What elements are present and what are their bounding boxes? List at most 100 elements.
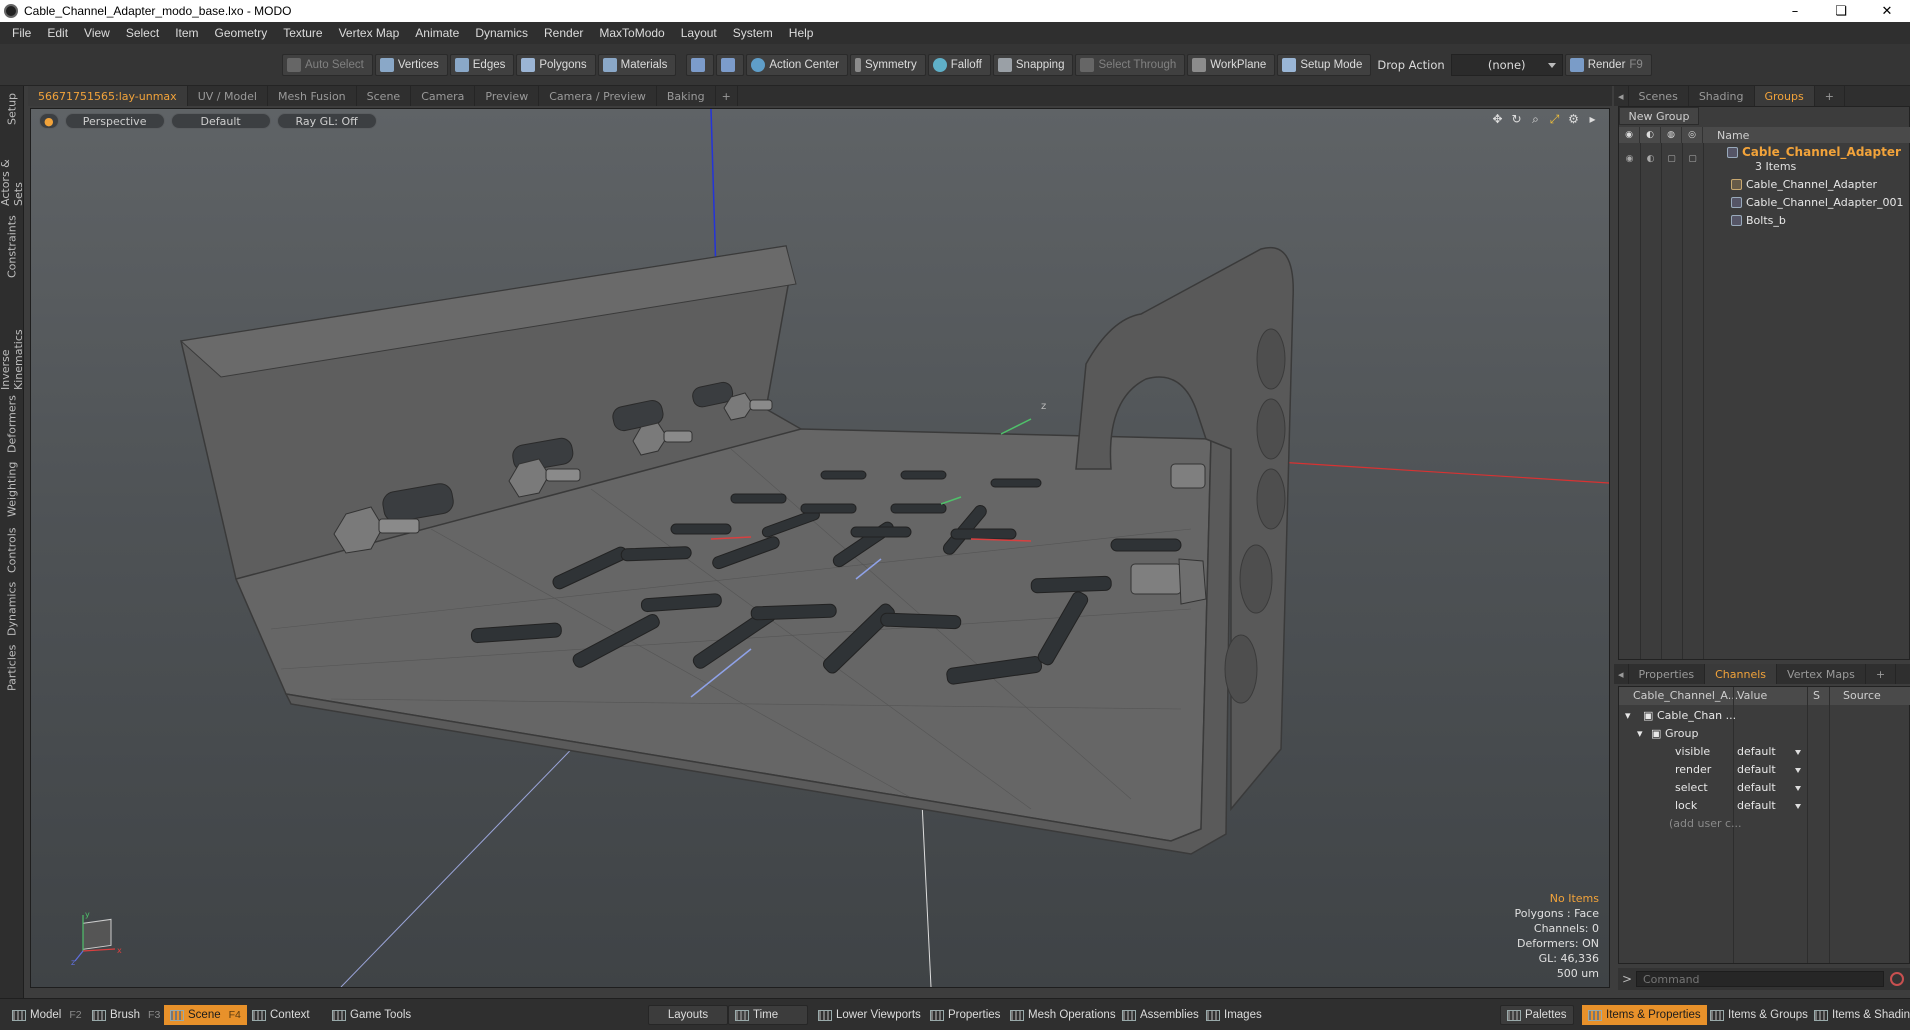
group-child-2[interactable]: Bolts_b — [1731, 211, 1786, 229]
items-shading-tab[interactable]: Items & Shading — [1808, 1005, 1910, 1025]
tab-shading[interactable]: Shading — [1689, 86, 1755, 106]
action-center-button[interactable]: Action Center — [746, 54, 849, 76]
viewport-menu-dot[interactable]: ● — [39, 113, 59, 129]
minimize-button[interactable]: – — [1772, 0, 1818, 22]
time-button[interactable]: Time — [728, 1005, 808, 1025]
vtab-actors-sets[interactable]: Actors & Sets — [0, 136, 25, 206]
select-mode-a-button[interactable] — [686, 54, 715, 76]
edges-button[interactable]: Edges — [449, 54, 515, 76]
tab-preview[interactable]: Preview — [475, 86, 540, 106]
render-toggle[interactable]: ◐ — [1640, 151, 1661, 167]
add-tab-button[interactable]: + — [716, 86, 738, 106]
fit-icon[interactable]: ⤢ — [1548, 113, 1561, 126]
group-child-1[interactable]: Cable_Channel_Adapter_001 — [1731, 193, 1904, 211]
tab-camera-preview[interactable]: Camera / Preview — [539, 86, 657, 106]
tab-groups[interactable]: Groups — [1754, 86, 1815, 106]
scene-layout-tab[interactable]: Scene F4 — [164, 1005, 247, 1025]
close-button[interactable]: ✕ — [1864, 0, 1910, 22]
group-child-0[interactable]: Cable_Channel_Adapter — [1731, 175, 1877, 193]
chevron-down-icon[interactable] — [1795, 768, 1801, 773]
pan-icon[interactable]: ✥ — [1491, 113, 1504, 126]
vtab-dynamics[interactable]: Dynamics — [2, 580, 22, 638]
add-user-channel-row[interactable]: (add user c... — [1619, 815, 1910, 833]
vtab-controls[interactable]: Controls — [2, 524, 22, 576]
view-type-dropdown[interactable]: Perspective — [64, 113, 165, 129]
menu-animate[interactable]: Animate — [407, 26, 467, 40]
properties-button[interactable]: Properties — [924, 1005, 1006, 1025]
workplane-button[interactable]: WorkPlane — [1187, 54, 1276, 76]
add-panel-tab[interactable]: + — [1815, 86, 1845, 106]
new-group-button[interactable]: New Group — [1619, 107, 1699, 125]
tab-mesh-fusion[interactable]: Mesh Fusion — [268, 86, 357, 106]
lock-toggle[interactable]: ▢ — [1661, 151, 1682, 167]
tab-scene[interactable]: Scene — [357, 86, 412, 106]
images-button[interactable]: Images — [1200, 1005, 1268, 1025]
setup-mode-button[interactable]: Setup Mode — [1277, 54, 1372, 76]
snapping-button[interactable]: Snapping — [992, 54, 1074, 76]
chevron-down-icon[interactable] — [1795, 804, 1801, 809]
menu-texture[interactable]: Texture — [275, 26, 330, 40]
render-button[interactable]: Render F9 — [1564, 54, 1652, 76]
model-layout-tab[interactable]: Model F2 — [6, 1005, 88, 1025]
add-props-tab[interactable]: + — [1866, 664, 1897, 684]
assemblies-button[interactable]: Assemblies — [1116, 1005, 1205, 1025]
vtab-constraints[interactable]: Constraints — [2, 212, 22, 282]
tab-uv-model[interactable]: UV / Model — [188, 86, 268, 106]
menu-select[interactable]: Select — [118, 26, 167, 40]
lower-viewports-button[interactable]: Lower Viewports — [812, 1005, 927, 1025]
record-icon[interactable] — [1890, 972, 1904, 986]
menu-maxtomodo[interactable]: MaxToModo — [591, 26, 672, 40]
eye-toggle[interactable]: ◉ — [1619, 151, 1640, 167]
context-layout-tab[interactable]: Context — [246, 1005, 316, 1025]
menu-edit[interactable]: Edit — [39, 26, 76, 40]
game-tools-layout-tab[interactable]: Game Tools — [326, 1005, 417, 1025]
tab-lay-unmax[interactable]: 56671751565:lay-unmax — [28, 86, 188, 106]
3d-viewport[interactable]: ● Perspective Default Ray GL: Off ✥ ↻ ⌕ … — [30, 108, 1610, 988]
tab-vertex-maps[interactable]: Vertex Maps — [1777, 664, 1866, 684]
chevron-down-icon[interactable] — [1795, 786, 1801, 791]
tab-scenes[interactable]: Scenes — [1629, 86, 1689, 106]
palettes-button[interactable]: Palettes — [1500, 1005, 1574, 1025]
vtab-weighting[interactable]: Weighting — [2, 458, 22, 520]
raygl-toggle[interactable]: Ray GL: Off — [276, 113, 377, 129]
channel-group-row[interactable]: ▾ ▣ Group — [1619, 725, 1910, 743]
items-groups-tab[interactable]: Items & Groups — [1704, 1005, 1814, 1025]
tab-baking[interactable]: Baking — [657, 86, 716, 106]
menu-system[interactable]: System — [725, 26, 781, 40]
render-col-icon[interactable]: ◐ — [1640, 127, 1661, 143]
maximize-button[interactable]: ❏ — [1818, 0, 1864, 22]
panel-menu-icon[interactable]: ◂ — [1614, 664, 1629, 684]
eye-icon[interactable]: ◉ — [1619, 127, 1640, 143]
menu-vertex-map[interactable]: Vertex Map — [331, 26, 408, 40]
select-toggle[interactable]: ▢ — [1682, 151, 1703, 167]
vertices-button[interactable]: Vertices — [374, 54, 448, 76]
zoom-icon[interactable]: ⌕ — [1529, 113, 1542, 126]
channel-row-select[interactable]: select default — [1619, 779, 1910, 797]
menu-dynamics[interactable]: Dynamics — [467, 26, 536, 40]
mesh-operations-button[interactable]: Mesh Operations — [1004, 1005, 1122, 1025]
polygons-button[interactable]: Polygons — [516, 54, 596, 76]
vtab-particles[interactable]: Particles — [2, 642, 22, 694]
symmetry-button[interactable]: Symmetry — [850, 54, 926, 76]
falloff-button[interactable]: Falloff — [927, 54, 991, 76]
chevron-down-icon[interactable] — [1795, 750, 1801, 755]
menu-geometry[interactable]: Geometry — [207, 26, 276, 40]
channel-row-render[interactable]: render default — [1619, 761, 1910, 779]
menu-render[interactable]: Render — [536, 26, 591, 40]
vtab-deformers[interactable]: Deformers — [2, 394, 22, 454]
channel-row-lock[interactable]: lock default — [1619, 797, 1910, 815]
vtab-inverse-kinematics[interactable]: Inverse Kinematics — [0, 286, 25, 390]
menu-help[interactable]: Help — [781, 26, 822, 40]
select-through-button[interactable]: Select Through — [1075, 54, 1186, 76]
drop-action-select[interactable]: (none) — [1450, 54, 1563, 76]
lock-col-icon[interactable]: ◍ — [1661, 127, 1682, 143]
vtab-setup[interactable]: Setup — [2, 90, 22, 128]
select-mode-b-button[interactable] — [716, 54, 745, 76]
tab-channels[interactable]: Channels — [1705, 664, 1778, 684]
tab-properties[interactable]: Properties — [1629, 664, 1706, 684]
panel-menu-icon[interactable]: ◂ — [1614, 86, 1629, 106]
menu-item[interactable]: Item — [167, 26, 206, 40]
menu-layout[interactable]: Layout — [673, 26, 725, 40]
tab-camera[interactable]: Camera — [411, 86, 476, 106]
channel-item-row[interactable]: ▾ ▣ Cable_Chan ... — [1619, 707, 1910, 725]
